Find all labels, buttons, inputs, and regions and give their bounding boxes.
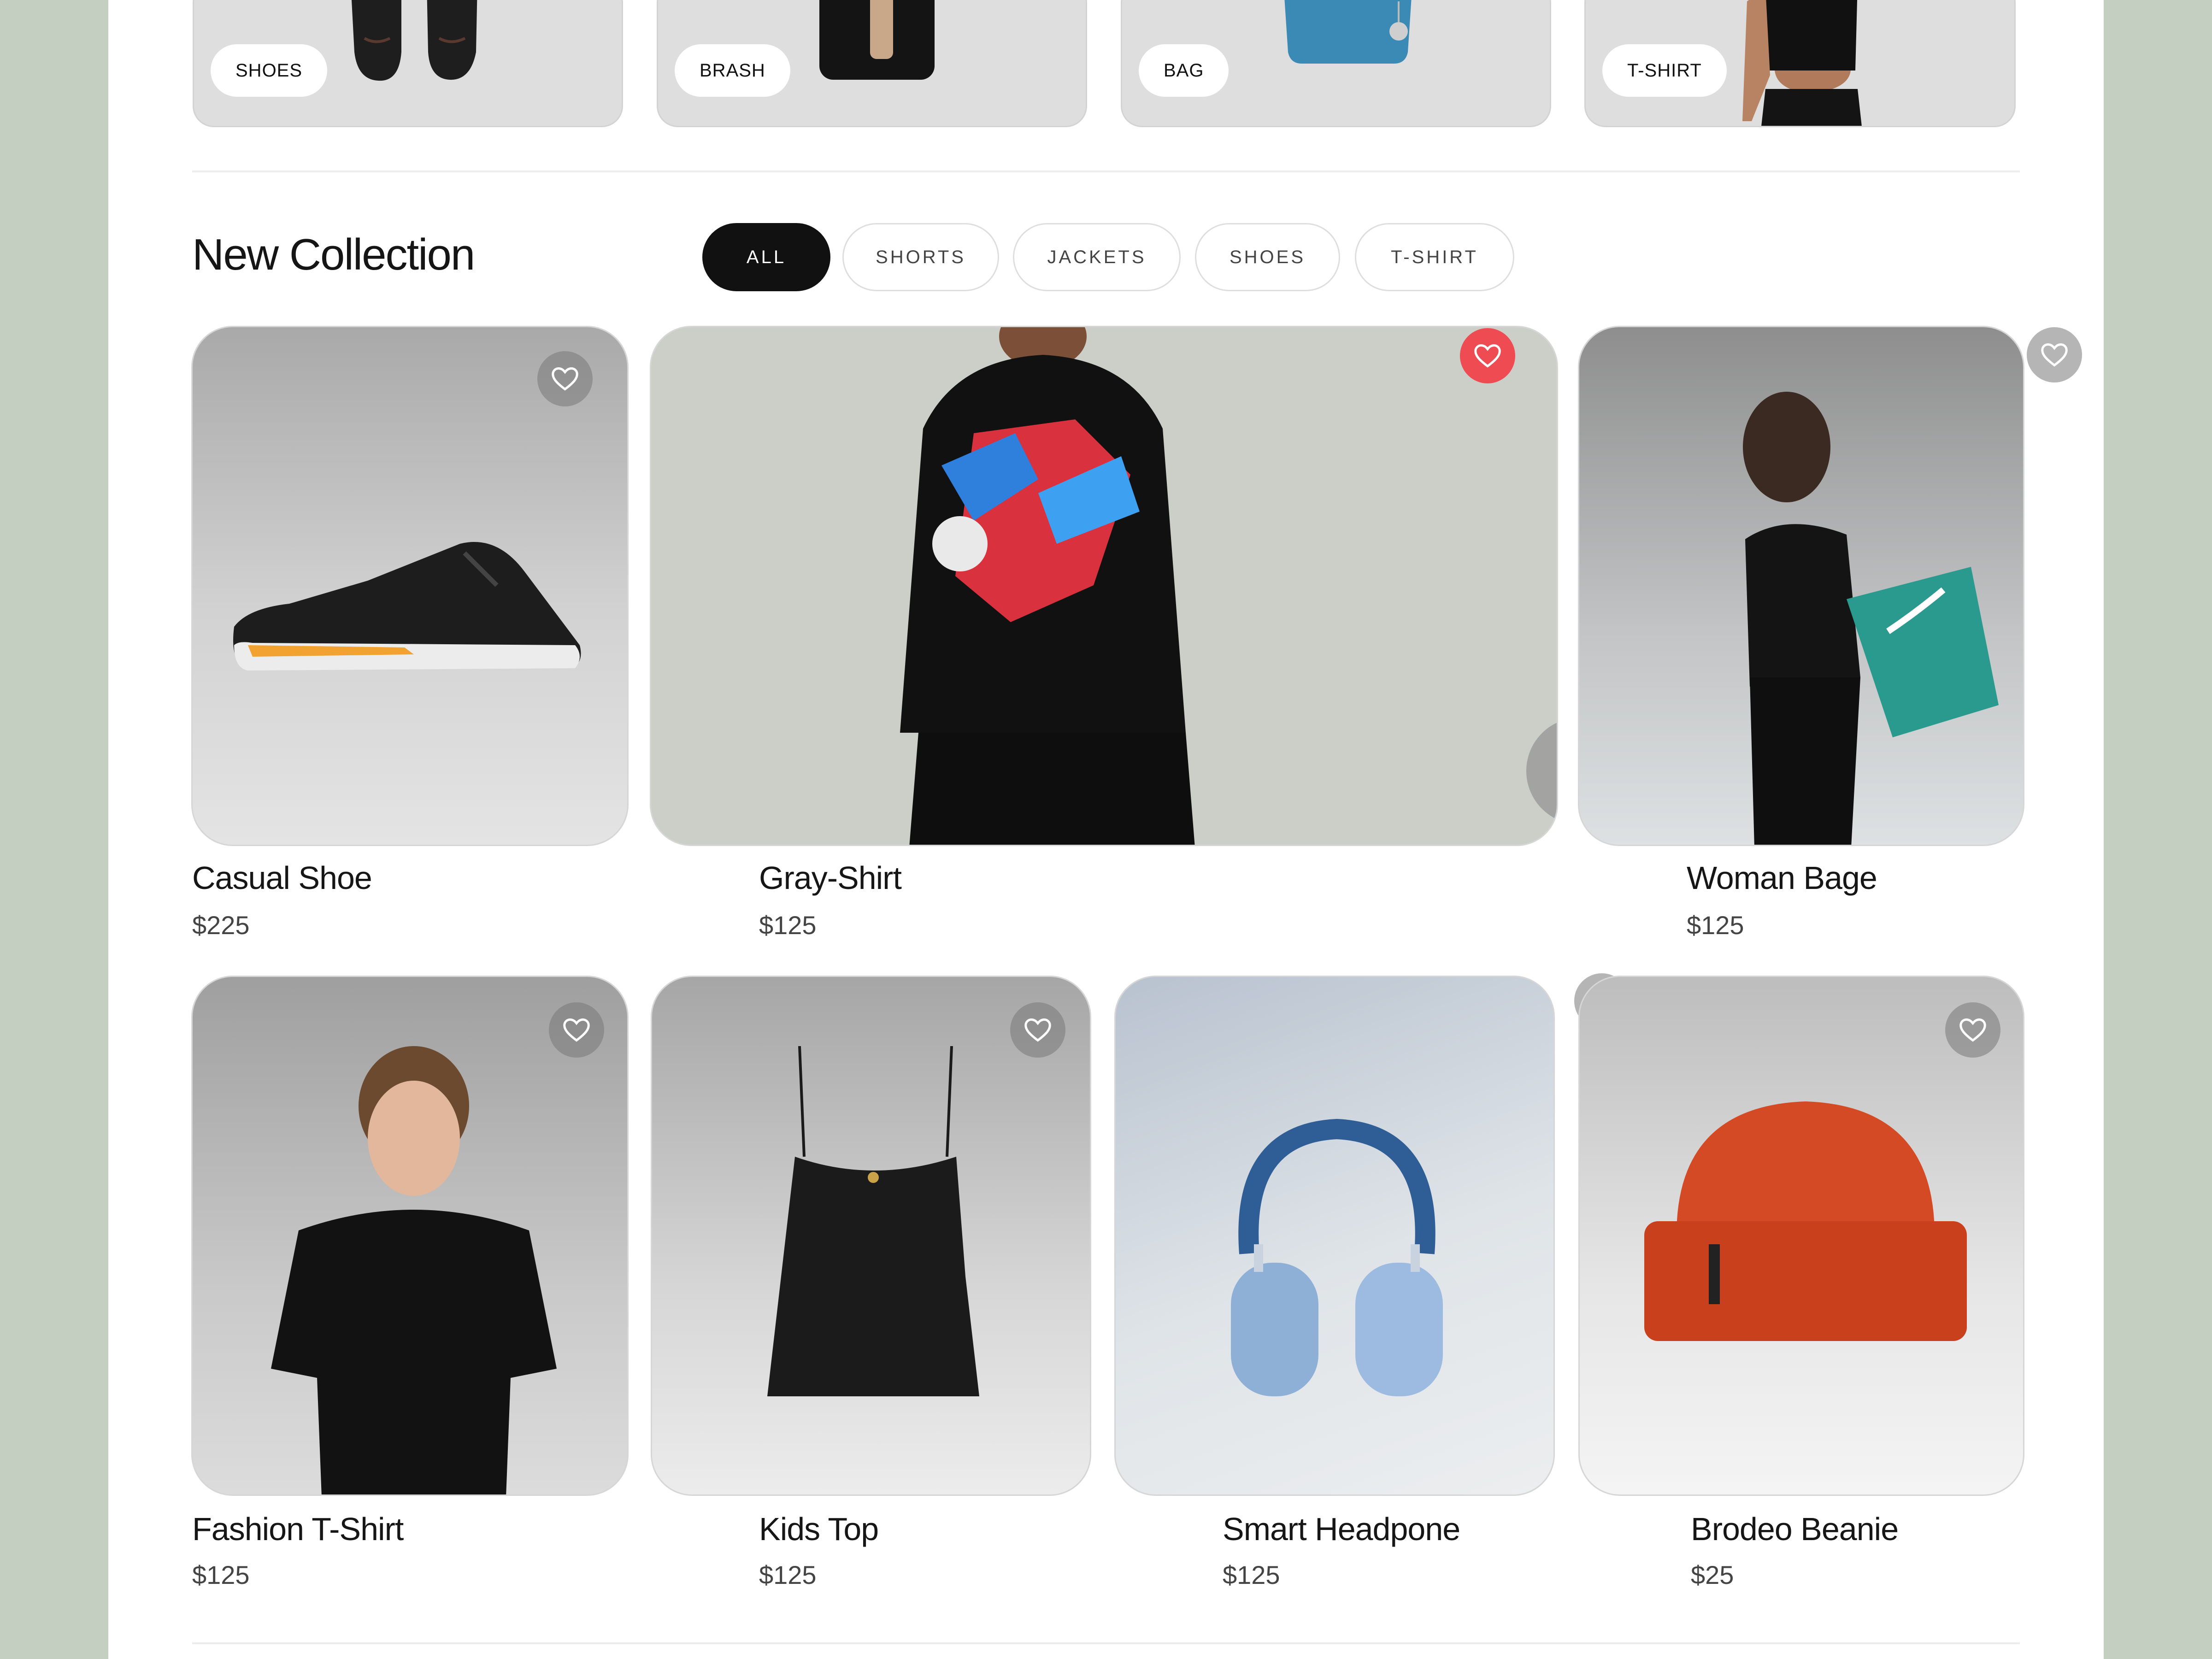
product-name[interactable]: Gray-Shirt bbox=[759, 859, 902, 896]
product-card-fashion-t-shirt[interactable] bbox=[191, 976, 629, 1496]
category-label: T-SHIRT bbox=[1602, 44, 1727, 97]
product-name[interactable]: Woman Bage bbox=[1687, 859, 1877, 896]
filter-t-shirt[interactable]: T-SHIRT bbox=[1355, 223, 1514, 291]
t-shirt-image bbox=[1742, 0, 1862, 126]
heart-icon bbox=[1959, 1018, 1986, 1042]
favorite-button[interactable] bbox=[1460, 328, 1515, 383]
category-card-brash[interactable]: BRASH bbox=[657, 0, 1087, 127]
product-card-brodeo-beanie[interactable] bbox=[1578, 976, 2024, 1496]
hoodie-model-image bbox=[900, 327, 1195, 845]
product-price: $125 bbox=[1687, 911, 1744, 940]
bag-image bbox=[1284, 0, 1412, 64]
product-price: $225 bbox=[192, 911, 250, 940]
filter-all[interactable]: ALL bbox=[702, 223, 830, 291]
category-card-shoes[interactable]: SHOES bbox=[193, 0, 623, 127]
product-name[interactable]: Brodeo Beanie bbox=[1691, 1511, 1899, 1547]
heart-icon bbox=[2041, 343, 2068, 367]
product-card-smart-headpone[interactable] bbox=[1114, 976, 1555, 1496]
favorite-button[interactable] bbox=[1010, 1002, 1065, 1058]
product-name[interactable]: Kids Top bbox=[759, 1511, 879, 1547]
heart-icon bbox=[1474, 344, 1501, 368]
product-name[interactable]: Smart Headpone bbox=[1223, 1511, 1460, 1547]
filter-shorts[interactable]: SHORTS bbox=[842, 223, 999, 291]
favorite-button[interactable] bbox=[549, 1002, 604, 1058]
category-label: BRASH bbox=[675, 44, 790, 97]
product-name[interactable]: Fashion T-Shirt bbox=[192, 1511, 404, 1547]
favorite-button[interactable] bbox=[537, 351, 593, 406]
heart-icon bbox=[1024, 1018, 1051, 1042]
shoes-image bbox=[351, 0, 477, 81]
storefront-page: SHOES BRASH BAG T-SHIRT New Collection A… bbox=[108, 0, 2104, 1659]
product-card-casual-shoe[interactable] bbox=[191, 326, 629, 846]
kids-top-image bbox=[767, 1046, 979, 1396]
product-price: $25 bbox=[1691, 1560, 1734, 1589]
product-card-gray-shirt[interactable] bbox=[650, 326, 1558, 846]
open-product-button[interactable] bbox=[1526, 718, 1557, 824]
brush-image bbox=[819, 0, 935, 80]
t-shirt-model-image bbox=[271, 1046, 557, 1494]
product-price: $125 bbox=[759, 911, 817, 940]
product-card-kids-top[interactable] bbox=[651, 976, 1091, 1496]
headphones-image bbox=[1231, 1118, 1443, 1396]
product-price: $125 bbox=[192, 1560, 250, 1589]
heart-icon bbox=[563, 1018, 590, 1042]
beanie-image bbox=[1644, 1101, 1967, 1341]
product-card-woman-bage[interactable] bbox=[1578, 326, 2024, 846]
product-price: $125 bbox=[1223, 1560, 1280, 1589]
category-label: BAG bbox=[1139, 44, 1229, 97]
category-label: SHOES bbox=[211, 44, 328, 97]
favorite-button[interactable] bbox=[1945, 1002, 2000, 1058]
category-card-t-shirt[interactable]: T-SHIRT bbox=[1584, 0, 2016, 127]
woman-bag-image bbox=[1743, 392, 1999, 845]
favorite-button[interactable] bbox=[2027, 327, 2082, 382]
filter-jackets[interactable]: JACKETS bbox=[1013, 223, 1181, 291]
filter-shoes[interactable]: SHOES bbox=[1195, 223, 1340, 291]
category-card-bag[interactable]: BAG bbox=[1121, 0, 1551, 127]
product-price: $125 bbox=[759, 1560, 817, 1589]
product-name[interactable]: Casual Shoe bbox=[192, 859, 372, 896]
section-divider bbox=[192, 171, 2020, 172]
bottom-divider bbox=[192, 1642, 2020, 1644]
heart-icon bbox=[552, 367, 578, 391]
section-title: New Collection bbox=[192, 230, 475, 279]
sneaker-image bbox=[233, 542, 581, 671]
